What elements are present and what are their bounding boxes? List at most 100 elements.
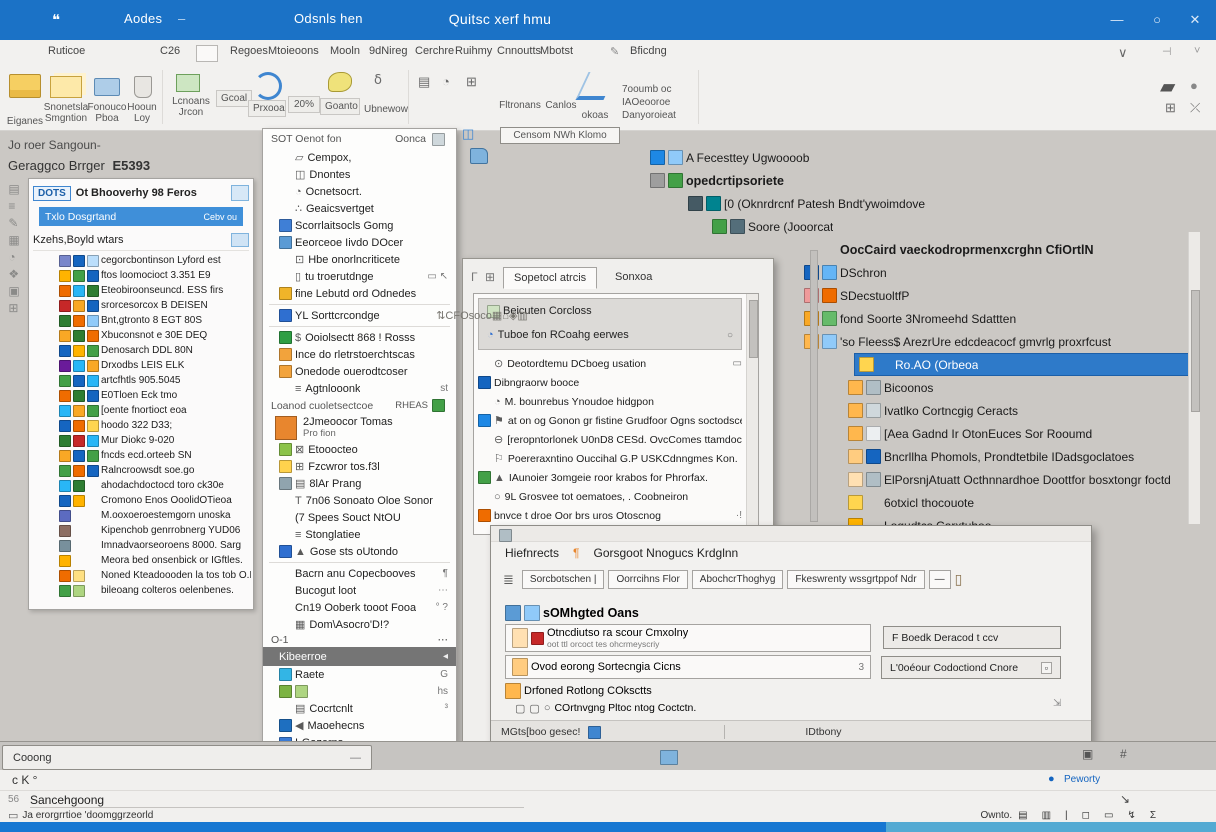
blue-grid-icon[interactable] [588,726,601,739]
nav-item[interactable]: bileoang colteros oelenbenes. [33,583,251,598]
strip-icon[interactable]: ▤ [8,182,19,199]
flag-icon[interactable] [196,45,218,62]
ribbon-button-goanto[interactable]: Goanto [322,70,358,126]
menu-item[interactable]: YL Sorttcrcondge [263,307,456,324]
statusbar-icon[interactable]: ▤ [1018,810,1027,821]
nav-item[interactable]: ftos loomocioct 3.351 E9 [33,268,251,283]
coolbar-box[interactable]: Cooong — [2,745,372,770]
table-view-icon[interactable] [660,750,678,765]
ribbon-button-fonouco[interactable]: Fonouco Pboa [90,68,124,126]
menu-item[interactable]: ▤ 8lAr Prang [263,475,456,492]
ribbon-button-hooun[interactable]: Hooun Loy [126,68,158,126]
tree-row[interactable]: Soore (Jooorcat [632,215,1197,238]
nav-search-row[interactable]: DOTS Ot Bhooverhy 98 Feros [33,183,249,203]
menu-item[interactable]: Cn19 Ooberk tooot Fooa ° ? [263,599,456,616]
list-item[interactable]: ○ 9L Grosvee tot oematoes, . Coobneiron [478,487,742,506]
nav-item[interactable]: Eteobiroonseuncd. ESS firs [33,283,251,298]
strip-icon[interactable]: ≡ [8,199,19,216]
nav-item[interactable]: M.ooxoeroestemgorn unoska [33,508,251,523]
dialog-scrollbar[interactable] [746,294,758,534]
selection-row[interactable]: ◔ Tuboe fon RCoahg eerwes ○ [479,323,741,347]
ribbon-tab-4[interactable]: Mooln [330,45,360,57]
ribbon-tab-6[interactable]: Cerchre [415,45,454,57]
ribbon-tab-9[interactable]: Mbotst [540,45,573,57]
wizard-button-1[interactable]: F Boedk Deracod t ccv [883,626,1061,649]
ribbon-button-eiganes[interactable]: Eiganes [6,70,44,124]
wizard-button-2[interactable]: L'0oéour Codoctiond Cnore ▫ [881,656,1061,679]
ribbon-button-okoas[interactable]: okoas [578,68,614,126]
scrollbar-thumb[interactable] [1191,290,1200,412]
collapse-dash[interactable]: — [350,752,361,764]
k-field[interactable]: c K ° [12,773,37,787]
hint-label[interactable]: Peworty [1064,774,1100,785]
nav-item[interactable]: artcfhtls 905.5045 [33,373,251,388]
menu-item[interactable]: ≡ Agtnlooonk st [263,380,456,397]
nav-item[interactable]: Kipenchob genrrobnerg YUD06 [33,523,251,538]
menu-item[interactable]: ▱ Cempox, [263,149,456,166]
doc-menu[interactable]: Odsnls hen [294,11,363,26]
ribbon-tab-5[interactable]: 9dNireg [369,45,408,57]
strip-icon[interactable]: ✎ [8,216,19,233]
nav-item[interactable]: Meora bed onsenbick or IGftles. [33,553,251,568]
strip-icon[interactable]: ▦ [8,233,19,250]
nav-group-header[interactable]: Kzehs,Boyld wtars [33,230,249,251]
minimize-button[interactable]: — [1102,8,1132,32]
menu-item[interactable]: ∴ Geaicsvertget [263,200,456,217]
tree-row[interactable]: A Fecesttey Ugwoooob [632,146,1197,169]
dialog-selection-box[interactable]: Beicuten Corcloss ◔ Tuboe fon RCoahg eer… [478,298,742,350]
ribbon-button-gcoal[interactable]: Gcoal [216,90,252,107]
checkbox-icon[interactable]: ▢ [529,702,539,715]
ribbon-button-ubnewow[interactable]: ẟ Ubnewow [362,70,402,126]
dialog-tab-1[interactable]: Sopetocl atrcis [503,267,597,289]
ribbon-tab-7[interactable]: Ruihmy [455,45,492,57]
statusbar-icon[interactable]: ▭ [1104,810,1113,821]
wizard-row-option[interactable]: ▢ ▢ ○ COrtnvgng Pltoc ntog Coctctn. [505,700,871,716]
menu-item[interactable]: (7 Spees Souct NtOU [263,509,456,526]
list-item[interactable]: ⊖ [reropntorlonek U0nD8 CESd. OvcComes t… [478,430,742,449]
toolbar-segment[interactable]: Sorcbotschen | [522,570,605,589]
list-icon[interactable]: ▤ [418,74,430,90]
tree-scrollbar[interactable] [1188,232,1200,524]
nav-item[interactable]: Imnadvaorseoroens 8000. Sarg [33,538,251,553]
rail-icon[interactable]: ▦ [492,310,502,322]
rail-icon[interactable]: ▥ [517,310,527,322]
panel-icon[interactable]: ▣ [1082,747,1093,761]
list-item[interactable]: ◔ M. bounrebus Ynoudoe hidgpon [478,392,742,411]
menu-item[interactable]: ▲ Gose sts oUtondo [263,543,456,560]
rail-icon[interactable]: ⌂ [502,310,509,322]
ribbon-tab-2[interactable]: Regoes [230,45,268,57]
list-item[interactable]: ⚐ Poereraxntino Ouccihal G.P USKCdnngmes… [478,449,742,468]
nav-item[interactable]: Bnt,gtronto 8 EGT 80S [33,313,251,328]
menu-item[interactable]: Eeorceoe Iivdo DOcer [263,234,456,251]
scissors-icon[interactable]: ⤫ [1190,100,1200,116]
footer-section[interactable]: IDtbony [805,726,841,738]
menu-item-selected[interactable]: Kibeerroe ◂ [263,647,456,666]
ribbon-button-fltronans[interactable]: Fltronans [498,100,542,111]
nav-item[interactable]: E0Tloen Eck tmo [33,388,251,403]
ribbon-tab-home[interactable]: Ruticoe [48,45,85,57]
ribbon-button-snonetsla[interactable]: Snonetsla Smgntion [46,68,86,126]
strip-icon[interactable]: ▣ [8,284,19,301]
menu-item[interactable]: ▯ tu troerutdnge ▭ ↖ [263,268,456,285]
tree-row[interactable]: opedcrtipsoriete [632,169,1197,192]
search-scope-chip[interactable]: DOTS [33,186,71,201]
wizard-row-title[interactable]: sOMhgted Oans [505,602,871,624]
list-item[interactable]: ⊙ Deotordtemu DCboeg usation ▭ [478,354,742,373]
nav-item[interactable]: fncds ecd.orteeb SN [33,448,251,463]
list-item[interactable]: Dibngraorw booce [478,373,742,392]
menu-item[interactable]: ≡ Stonglatiee [263,526,456,543]
menu-item[interactable]: Bacrn anu Copecbooves ¶ [263,565,456,582]
menu-item[interactable]: ⊡ Hbe onorlncriticete [263,251,456,268]
menu-item[interactable]: ◀ Maoehecns [263,717,456,734]
ribbon-button-lcnoans[interactable]: Lcnoans Jrcon [168,70,214,126]
ribbon-tab-3[interactable]: Mtoieoons [268,45,319,57]
statusbar-icon[interactable]: Σ [1150,810,1156,821]
menu-item-featured[interactable]: 2Jmeoocor Tomas Pro fion [263,414,456,441]
nav-item[interactable]: Denosarch DDL 80N [33,343,251,358]
statusbar-icon[interactable]: ↯ [1127,810,1135,821]
nav-item[interactable]: Drxodbs LEIS ELK [33,358,251,373]
ribbon-button-prxooa[interactable]: Prxooa [250,72,284,126]
ribbon-tab-c26[interactable]: C26 [160,45,180,57]
menu-item[interactable]: ▦ Dom\Asocro'D!? [263,616,456,633]
grid-icon[interactable]: ⊞ [466,74,477,90]
